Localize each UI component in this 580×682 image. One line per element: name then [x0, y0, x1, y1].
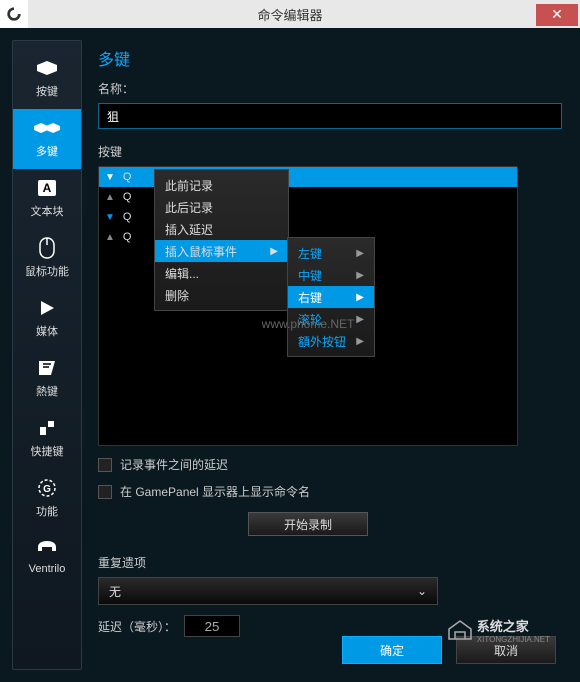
- ok-button[interactable]: 确定: [342, 636, 442, 664]
- shortcut-icon: [33, 417, 61, 439]
- show-name-checkbox[interactable]: [98, 485, 112, 499]
- menu-delete[interactable]: 删除: [155, 284, 288, 306]
- titlebar: 命令编辑器 ✕: [0, 0, 580, 28]
- submenu-mouse-event: 左键▶ 中键▶ 右键▶ 滚轮▶ 額外按钮▶: [287, 237, 375, 357]
- menu-edit[interactable]: 编辑...: [155, 262, 288, 284]
- mouse-icon: [33, 237, 61, 259]
- sidebar-item-media[interactable]: 媒体: [13, 289, 81, 349]
- chevron-right-icon: ▶: [270, 246, 278, 257]
- hotkey-icon: [33, 357, 61, 379]
- sidebar-item-textblock[interactable]: A 文本块: [13, 169, 81, 229]
- sidebar: 按键 多键 A 文本块 鼠标功能 媒体 熱键 快捷键 G 功能: [12, 40, 82, 670]
- sidebar-item-keystroke[interactable]: 按键: [13, 49, 81, 109]
- keydown-icon: ▼: [105, 172, 115, 183]
- repeat-select[interactable]: 无 ⌄: [98, 577, 438, 605]
- submenu-extra-button[interactable]: 額外按钮▶: [288, 330, 374, 352]
- app-logo: [0, 0, 28, 28]
- ventrilo-icon: [33, 537, 61, 559]
- keyup-icon: ▲: [105, 232, 115, 243]
- sidebar-item-shortcut[interactable]: 快捷键: [13, 409, 81, 469]
- chevron-right-icon: ▶: [356, 270, 364, 281]
- repeat-label: 重复遗项: [98, 554, 562, 571]
- close-button[interactable]: ✕: [536, 4, 578, 26]
- window-title: 命令编辑器: [257, 5, 322, 24]
- sidebar-item-hotkey[interactable]: 熱键: [13, 349, 81, 409]
- function-icon: G: [33, 477, 61, 499]
- start-record-button[interactable]: 开始录制: [248, 512, 368, 536]
- name-input[interactable]: [98, 103, 562, 129]
- main-panel: 多键 名称： 按键 ▼Q ▲Q ▼Q ▲Q 此前记录 此后记录 插入延迟 插入鼠…: [92, 40, 568, 670]
- menu-record-after[interactable]: 此后记录: [155, 196, 288, 218]
- show-name-label: 在 GamePanel 显示器上显示命令名: [120, 483, 310, 500]
- menu-insert-mouse-event[interactable]: 插入鼠标事件▶: [155, 240, 288, 262]
- record-delay-label: 记录事件之间的延迟: [120, 456, 228, 473]
- chevron-down-icon: ⌄: [417, 584, 427, 598]
- delay-label: 延迟（毫秒）：: [98, 618, 176, 635]
- submenu-scroll[interactable]: 滚轮▶: [288, 308, 374, 330]
- submenu-left-button[interactable]: 左键▶: [288, 242, 374, 264]
- submenu-middle-button[interactable]: 中键▶: [288, 264, 374, 286]
- keydown-icon: ▼: [105, 212, 115, 223]
- chevron-right-icon: ▶: [356, 336, 364, 347]
- keyup-icon: ▲: [105, 192, 115, 203]
- sidebar-item-multikey[interactable]: 多键: [13, 109, 81, 169]
- keystroke-icon: [33, 57, 61, 79]
- submenu-right-button[interactable]: 右键▶: [288, 286, 374, 308]
- context-menu: 此前记录 此后记录 插入延迟 插入鼠标事件▶ 编辑... 删除: [154, 169, 289, 311]
- media-icon: [33, 297, 61, 319]
- sidebar-item-ventrilo[interactable]: Ventrilo: [13, 529, 81, 585]
- sidebar-item-mouse[interactable]: 鼠标功能: [13, 229, 81, 289]
- menu-insert-delay[interactable]: 插入延迟: [155, 218, 288, 240]
- chevron-right-icon: ▶: [356, 248, 364, 259]
- svg-text:A: A: [43, 181, 52, 195]
- record-delay-checkbox[interactable]: [98, 458, 112, 472]
- multikey-icon: [33, 117, 61, 139]
- cancel-button[interactable]: 取消: [456, 636, 556, 664]
- chevron-right-icon: ▶: [356, 314, 364, 325]
- chevron-right-icon: ▶: [356, 292, 364, 303]
- menu-record-before[interactable]: 此前记录: [155, 174, 288, 196]
- sidebar-item-function[interactable]: G 功能: [13, 469, 81, 529]
- textblock-icon: A: [33, 177, 61, 199]
- page-title: 多键: [98, 46, 562, 70]
- delay-input[interactable]: [184, 615, 240, 637]
- name-label: 名称：: [98, 80, 562, 97]
- keystroke-recorder[interactable]: ▼Q ▲Q ▼Q ▲Q 此前记录 此后记录 插入延迟 插入鼠标事件▶ 编辑...…: [98, 166, 518, 446]
- svg-text:G: G: [43, 484, 51, 495]
- keystroke-label: 按键: [98, 143, 562, 160]
